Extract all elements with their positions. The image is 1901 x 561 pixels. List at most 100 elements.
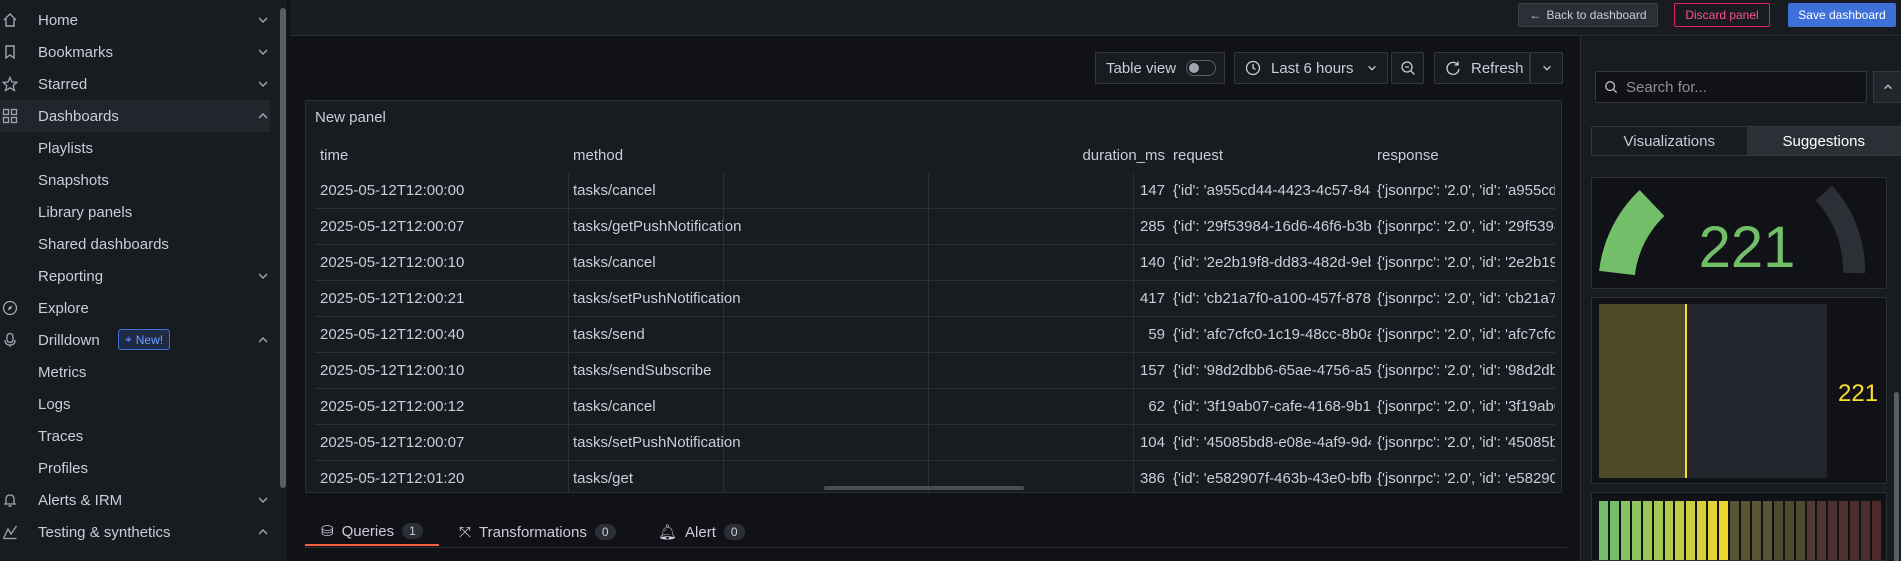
column-divider xyxy=(723,389,724,425)
led-segment xyxy=(1653,501,1663,560)
back-to-dashboard-button[interactable]: ← Back to dashboard xyxy=(1518,3,1658,27)
column-header-method[interactable]: method xyxy=(573,147,623,164)
led-segment xyxy=(1642,501,1652,560)
column-divider xyxy=(568,209,569,245)
viz-search-field[interactable] xyxy=(1595,71,1867,103)
sidebar-item-label: Bookmarks xyxy=(38,43,114,61)
table-view-switch[interactable] xyxy=(1186,60,1217,76)
sidebar-item-label: Dashboards xyxy=(38,107,119,125)
tab-suggestions[interactable]: Suggestions xyxy=(1746,127,1901,155)
table-horizontal-scrollbar[interactable] xyxy=(824,486,1024,490)
time-range-label: Last 6 hours xyxy=(1271,59,1354,77)
search-input[interactable] xyxy=(1626,78,1856,96)
cell-request: {'id': '2e2b19f8-dd83-482d-9eb3-6 xyxy=(1173,254,1371,271)
panel-title[interactable]: New panel xyxy=(315,109,386,126)
refresh-icon xyxy=(1446,61,1460,75)
chart-icon xyxy=(2,525,18,540)
sidebar-item-playlists[interactable]: Playlists xyxy=(0,132,270,164)
column-divider xyxy=(928,389,929,425)
refresh-interval-dropdown[interactable] xyxy=(1530,52,1563,84)
cell-response: {'jsonrpc': '2.0', 'id': 'afc7cfc0-1c19- xyxy=(1377,326,1555,343)
refresh-button[interactable]: Refresh xyxy=(1434,52,1530,84)
column-header-time[interactable]: time xyxy=(320,147,348,164)
zoom-out-button[interactable] xyxy=(1391,52,1424,84)
sidebar-item-drilldown[interactable]: Drilldown ⌖ New! xyxy=(0,324,270,356)
sidebar-item-shared-dashboards[interactable]: Shared dashboards xyxy=(0,228,270,260)
time-range-picker[interactable]: Last 6 hours xyxy=(1234,52,1388,84)
led-segment xyxy=(1664,501,1674,560)
sidebar-item-metrics[interactable]: Metrics xyxy=(0,356,270,388)
column-header-duration[interactable]: duration_ms xyxy=(969,147,1165,164)
chevron-down-icon[interactable] xyxy=(256,493,270,507)
chevron-down-icon[interactable] xyxy=(256,77,270,91)
suggestion-gauge-card[interactable]: 221 xyxy=(1591,177,1887,289)
led-segment xyxy=(1697,501,1707,560)
column-divider xyxy=(723,317,724,353)
cell-request: {'id': '45085bd8-e08e-4af9-9d4c-9 xyxy=(1173,434,1371,451)
chevron-down-icon[interactable] xyxy=(256,269,270,283)
suggestion-led-gauge-card[interactable] xyxy=(1591,492,1887,561)
new-badge: ⌖ New! xyxy=(118,329,171,350)
sidebar-item-bookmarks[interactable]: Bookmarks xyxy=(0,36,270,68)
column-divider xyxy=(723,209,724,245)
sidebar-item-traces[interactable]: Traces xyxy=(0,420,270,452)
cell-time: 2025-05-12T12:00:10 xyxy=(320,254,465,271)
chevron-down-icon[interactable] xyxy=(256,13,270,27)
tab-visualizations[interactable]: Visualizations xyxy=(1592,127,1747,155)
cell-request: {'id': 'afc7cfc0-1c19-48cc-8b0a-d8 xyxy=(1173,326,1371,343)
sidebar-item-label: Snapshots xyxy=(38,171,109,189)
suggestion-bar-gauge-card[interactable]: 221 xyxy=(1591,297,1887,484)
sidebar-item-testing-synthetics[interactable]: Testing & synthetics xyxy=(0,516,270,548)
chevron-up-icon[interactable] xyxy=(256,109,270,123)
column-divider xyxy=(568,389,569,425)
sidebar-item-home[interactable]: Home xyxy=(0,4,270,36)
column-header-request[interactable]: request xyxy=(1173,147,1223,164)
column-divider xyxy=(928,173,929,209)
bell-icon: 🔔︎ xyxy=(658,524,678,541)
zoom-out-icon xyxy=(1400,61,1415,75)
collapse-pane-button[interactable] xyxy=(1873,71,1901,103)
sidebar-item-dashboards[interactable]: Dashboards xyxy=(0,100,270,132)
suggestions-scrollbar[interactable] xyxy=(1892,177,1900,561)
tab-transformations[interactable]: ⤧ Transformations 0 xyxy=(459,518,616,546)
cell-method: tasks/setPushNotification xyxy=(573,290,741,307)
tab-alert[interactable]: 🔔︎ Alert 0 xyxy=(658,518,745,546)
suggestions-scrollbar-thumb[interactable] xyxy=(1894,392,1899,561)
sidebar-scrollbar-thumb[interactable] xyxy=(280,8,286,488)
sidebar-item-reporting[interactable]: Reporting xyxy=(0,260,270,292)
tab-label: Queries xyxy=(341,522,395,540)
sidebar-item-label: Testing & synthetics xyxy=(38,523,171,541)
column-divider xyxy=(928,317,929,353)
visualization-picker-pane: Visualizations Suggestions 221 221 xyxy=(1580,37,1901,561)
column-divider xyxy=(568,317,569,353)
table-view-toggle[interactable]: Table view xyxy=(1095,52,1225,84)
tab-queries[interactable]: ⛁ Queries 1 xyxy=(305,518,439,546)
sidebar-item-library-panels[interactable]: Library panels xyxy=(0,196,270,228)
chevron-down-icon[interactable] xyxy=(256,45,270,59)
transform-icon: ⤧ xyxy=(459,523,472,541)
cell-response: {'jsonrpc': '2.0', 'id': 'cb21a7f0-a100 xyxy=(1377,290,1555,307)
save-dashboard-button[interactable]: Save dashboard xyxy=(1788,3,1896,27)
chevron-up-icon[interactable] xyxy=(256,525,270,539)
sidebar-item-profiles[interactable]: Profiles xyxy=(0,452,270,484)
sidebar-item-starred[interactable]: Starred xyxy=(0,68,270,100)
led-segment xyxy=(1861,501,1871,560)
led-segment xyxy=(1620,501,1630,560)
sidebar-item-explore[interactable]: Explore xyxy=(0,292,270,324)
column-divider xyxy=(723,245,724,281)
cell-time: 2025-05-12T12:00:21 xyxy=(320,290,465,307)
led-segment xyxy=(1751,501,1761,560)
bell-icon xyxy=(3,494,17,507)
discard-panel-button[interactable]: Discard panel xyxy=(1674,3,1770,27)
cell-method: tasks/setPushNotification xyxy=(573,434,741,451)
column-divider xyxy=(928,353,929,389)
sidebar-item-logs[interactable]: Logs xyxy=(0,388,270,420)
chevron-up-icon[interactable] xyxy=(256,333,270,347)
sidebar-item-label: Home xyxy=(38,11,79,29)
cell-duration: 140 xyxy=(1139,254,1165,271)
sidebar-item-alerts-irm[interactable]: Alerts & IRM xyxy=(0,484,270,516)
table-row: 2025-05-12T12:00:10 tasks/sendSubscribe 15… xyxy=(315,353,1555,389)
cell-method: tasks/cancel xyxy=(573,398,656,415)
column-header-response[interactable]: response xyxy=(1377,147,1439,164)
sidebar-item-snapshots[interactable]: Snapshots xyxy=(0,164,270,196)
